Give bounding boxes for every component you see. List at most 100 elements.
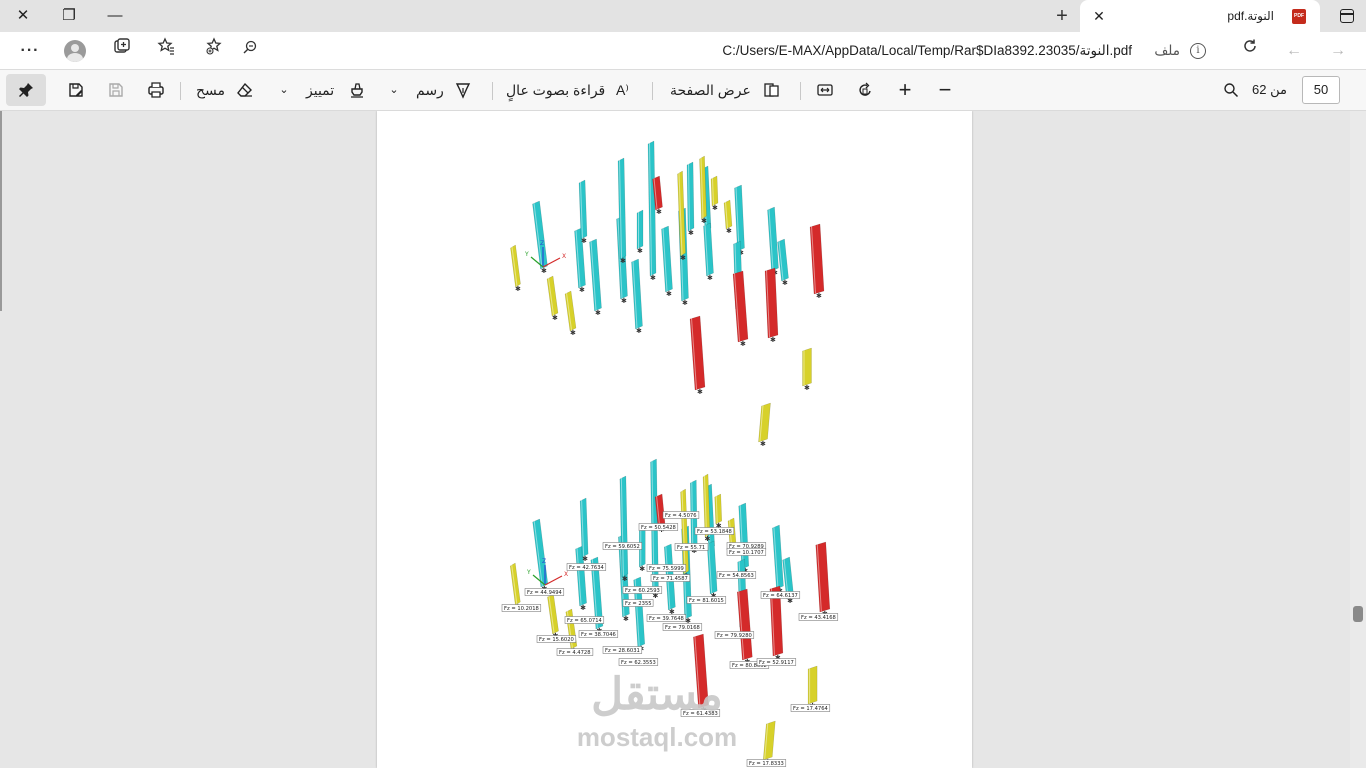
- scheme-label: ملف: [1154, 43, 1180, 58]
- site-info-icon[interactable]: i: [1190, 43, 1206, 59]
- support-icon: ✱: [697, 388, 703, 396]
- erase-button[interactable]: مسح: [196, 76, 258, 104]
- page-total-label: من 62: [1252, 82, 1287, 97]
- x-axis-icon-label: X: [564, 571, 568, 578]
- restore-window-icon[interactable]: ❐: [46, 0, 92, 32]
- print-icon[interactable]: [142, 76, 170, 104]
- tab-actions-icon[interactable]: [1326, 0, 1366, 32]
- support-icon: ✱: [582, 555, 588, 563]
- reaction-label: Fz = 79.0168: [665, 625, 700, 631]
- read-aloud-label: قراءة بصوت عالٍ: [506, 82, 606, 98]
- favorites-icon[interactable]: [152, 37, 180, 65]
- pin-toolbar-icon[interactable]: [6, 74, 46, 106]
- reaction-label: Fz = 10.1707: [729, 550, 764, 556]
- reaction-label: Fz = 81.6015: [689, 598, 724, 604]
- support-icon: ✱: [688, 229, 694, 237]
- watermark-arabic: مستقل: [591, 670, 723, 719]
- support-icon: ✱: [552, 314, 558, 322]
- support-icon: ✱: [712, 204, 718, 212]
- upper-structural-model: ✱✱✱✱✱✱✱✱✱✱✱✱✱✱✱✱✱✱✱✱✱✱✱✱✱✱✱✱✱✱✱✱: [510, 140, 825, 448]
- highlight-dropdown-chevron-icon[interactable]: ⌄: [276, 76, 292, 104]
- support-icon: ✱: [726, 227, 732, 235]
- avatar[interactable]: [64, 40, 86, 62]
- column-member: [636, 209, 644, 250]
- x-axis-icon-label: X: [562, 253, 566, 260]
- refresh-icon[interactable]: [1236, 37, 1264, 65]
- add-favorite-icon[interactable]: [200, 37, 228, 65]
- support-icon: ✱: [595, 309, 601, 317]
- support-icon: ✱: [804, 384, 810, 392]
- support-icon: ✱: [656, 208, 662, 216]
- active-tab[interactable]: ✕ النوتة.pdf PDF: [1080, 0, 1320, 32]
- reaction-label: Fz = 60.2593: [625, 588, 660, 594]
- read-aloud-button[interactable]: قراءة بصوت عالٍ A⁾: [506, 76, 638, 104]
- reaction-label: Fz = 38.7046: [581, 632, 616, 638]
- read-aloud-icon: A⁾: [616, 82, 629, 98]
- column-member: [686, 161, 695, 232]
- erase-label: مسح: [196, 82, 226, 98]
- fit-width-icon[interactable]: [812, 76, 838, 104]
- reaction-label: Fz = 75.5999: [649, 566, 684, 572]
- reaction-label: Fz = 4.5076: [665, 513, 697, 519]
- support-icon: ✱: [705, 535, 711, 543]
- url-field[interactable]: C:/Users/E-MAX/AppData/Local/Temp/Rar$DI…: [196, 35, 1220, 67]
- support-icon: ✱: [666, 290, 672, 298]
- support-icon: ✱: [622, 575, 628, 583]
- draw-button[interactable]: رسم: [416, 76, 476, 104]
- column-member: [510, 244, 521, 288]
- pdf-toolbar: مسح ⌄ تمييز ⌄ رسم قراءة بصوت عالٍ A⁾ عرض…: [0, 70, 1366, 111]
- support-icon: ✱: [816, 292, 822, 300]
- zoom-in-button[interactable]: +: [892, 76, 918, 104]
- reaction-label: Fz = 15.6020: [539, 637, 574, 643]
- page-view-button[interactable]: عرض الصفحة: [670, 76, 782, 104]
- url-text[interactable]: C:/Users/E-MAX/AppData/Local/Temp/Rar$DI…: [722, 43, 1132, 59]
- support-icon: ✱: [581, 237, 587, 245]
- rotate-icon[interactable]: [852, 76, 878, 104]
- column-member: [510, 562, 521, 606]
- reaction-label: Fz = 4.4728: [559, 650, 591, 656]
- support-icon: ✱: [760, 440, 766, 448]
- support-icon: ✱: [701, 217, 707, 225]
- close-tab-icon[interactable]: ✕: [1090, 7, 1108, 25]
- search-icon[interactable]: [1218, 76, 1244, 104]
- back-arrow-icon[interactable]: ←: [1280, 37, 1308, 65]
- vertical-scrollbar[interactable]: [1350, 111, 1366, 768]
- support-icon: ✱: [680, 254, 686, 262]
- minimize-window-icon[interactable]: —: [92, 0, 138, 32]
- support-icon: ✱: [637, 247, 643, 255]
- reaction-label: Fz = 10.2018: [504, 606, 539, 612]
- lower-structural-model: ✱✱✱✱✱✱✱✱✱✱✱✱✱✱✱✱✱✱✱✱✱✱✱✱✱✱✱✱✱✱✱✱: [510, 458, 831, 766]
- save-icon[interactable]: [102, 76, 130, 104]
- address-bar: ··· C:/Users/E-MAX/AppData/Local/Temp/Ra…: [0, 32, 1366, 70]
- zoom-out-button[interactable]: −: [932, 76, 958, 104]
- eraser-icon: [237, 82, 252, 97]
- pdf-page: ✱ ✱ ✱ ✱ ✱ ✱ ✱ ✱ ✱ ✱ ✱ ✱ ✱ ✱ ✱ ✱ ✱ ✱ ✱ ✱ ✱ ✱ ✱ ✱ ✱ ✱ ✱ ✱ ✱ ✱ ✱ ✱ ✱ ✱ ✱ ✱ ✱ ✱ ✱…: [377, 111, 972, 768]
- scrollbar-thumb[interactable]: [1353, 606, 1363, 622]
- reaction-label: Fz = 64.6137: [763, 593, 798, 599]
- settings-menu-button[interactable]: ···: [16, 37, 44, 65]
- y-axis-icon-label: Y: [524, 251, 529, 258]
- support-icon: ✱: [620, 257, 626, 265]
- reaction-label: Fz = 2355: [625, 601, 652, 607]
- close-window-icon[interactable]: ✕: [0, 0, 46, 32]
- forward-arrow-icon[interactable]: →: [1324, 37, 1352, 65]
- pen-icon: [455, 83, 471, 99]
- reaction-label: Fz = 54.8563: [719, 573, 754, 579]
- highlight-button[interactable]: تمييز: [306, 76, 368, 104]
- draw-dropdown-chevron-icon[interactable]: ⌄: [386, 76, 402, 104]
- support-icon: ✱: [623, 615, 629, 623]
- page-number-input[interactable]: 50: [1302, 76, 1340, 104]
- draw-label: رسم: [416, 82, 444, 98]
- new-tab-button[interactable]: +: [1046, 0, 1078, 32]
- z-axis-icon-label: Z: [542, 558, 546, 565]
- support-icon: ✱: [682, 299, 688, 307]
- left-edge-divider: [0, 111, 2, 311]
- reaction-label: Fz = 71.4587: [653, 576, 688, 582]
- support-icon: ✱: [580, 604, 586, 612]
- zoom-search-icon[interactable]: [236, 37, 264, 65]
- save-as-icon[interactable]: [62, 76, 90, 104]
- structural-model-figure: ✱✱✱✱✱✱✱✱✱✱✱✱✱✱✱✱✱✱✱✱✱✱✱ ✱✱✱ ✱✱ ✱✱✱✱ ✱✱✱✱✱✱✱…: [501, 140, 839, 767]
- support-icon: ✱: [650, 274, 656, 282]
- reaction-label: Fz = 17.8333: [749, 761, 784, 767]
- collections-icon[interactable]: [108, 37, 136, 65]
